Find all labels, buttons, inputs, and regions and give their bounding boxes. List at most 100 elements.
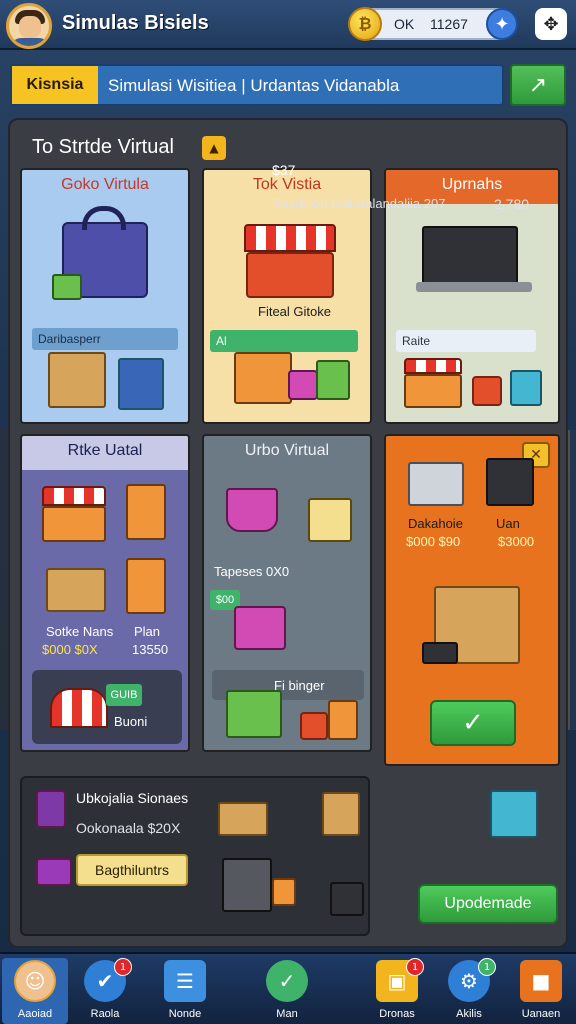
calendar-icon <box>308 498 352 542</box>
package-icon: ■ <box>520 960 562 1002</box>
cart-icon <box>272 878 296 906</box>
nav-label: Nonde <box>168 1008 202 1020</box>
bottom-nav: ☺ Aaoiad ✔ 1 Raola ☰ Nonde ✓ Man ▣ 1 Dro… <box>0 952 576 1024</box>
nav-item-list[interactable]: ☰ Nonde <box>152 958 218 1024</box>
coin-icon: ₿ <box>348 7 382 41</box>
price-2: 13550 <box>132 642 169 657</box>
currency-label: OK <box>394 16 415 32</box>
panel-badge-icon[interactable]: ▲ <box>202 136 226 160</box>
nav-label: Raola <box>90 1008 120 1020</box>
nav-item-profile[interactable]: ☺ Aaoiad <box>2 958 68 1024</box>
panel-title: To Strtde Virtual <box>32 136 174 158</box>
gift-icon <box>300 712 328 740</box>
currency-value: 11267 <box>430 16 468 32</box>
printer-icon <box>408 462 464 506</box>
store-panel: To Strtde Virtual ▲ Goko Virtula Daribas… <box>8 118 568 948</box>
caption-1: Dakahoie <box>408 516 463 531</box>
card-title: Urbo Virtual <box>244 442 330 459</box>
notification-badge: 1 <box>406 958 424 976</box>
player-avatar[interactable] <box>6 3 52 49</box>
caption-2: Uan <box>496 516 520 531</box>
bag-icon <box>316 360 350 400</box>
shop-icon <box>404 374 462 408</box>
chair-icon <box>490 790 538 838</box>
awning-icon <box>404 358 462 374</box>
nav-item-chat[interactable]: ✔ 1 Raola <box>72 958 138 1024</box>
nav-label: Akilis <box>456 1008 482 1020</box>
plant-icon <box>52 274 82 300</box>
box-icon <box>234 352 292 404</box>
card-strip: Raite <box>396 330 536 352</box>
menu-icon: ✥ <box>543 13 559 35</box>
hand-truck-icon <box>422 642 458 664</box>
price-1: $000 $0X <box>42 642 98 657</box>
notification-badge: 1 <box>478 958 496 976</box>
banner-go-button[interactable]: ↗ <box>510 64 566 106</box>
avatar-shirt <box>11 38 49 46</box>
info-button[interactable]: Bagthiluntrs <box>76 854 188 886</box>
price-1: $000 $90 <box>406 534 461 549</box>
gift-icon <box>472 376 502 406</box>
package-icon <box>330 882 364 916</box>
shelf-icon <box>48 352 106 408</box>
store-card-5[interactable]: Urbo Virtual Tapeses 0X0 $00 Fi binger <box>202 434 372 752</box>
confirm-button[interactable]: ✓ <box>430 700 516 746</box>
box-icon <box>36 858 72 886</box>
nav-label: Dronas <box>379 1008 415 1020</box>
lock-box-icon <box>486 458 534 506</box>
arrow-icon: ↗ <box>528 72 548 98</box>
jar-icon <box>328 700 358 740</box>
top-bar: Simulas Bisiels ₿ OK 11267 ✦ ✥ <box>0 0 576 50</box>
card-strip: Al <box>210 330 358 352</box>
nav-item-settings[interactable]: ⚙ 1 Akilis <box>436 958 502 1024</box>
nav-item-main[interactable]: ✓ Man <box>254 958 320 1024</box>
laptop-base-icon <box>416 282 532 292</box>
card-title: Goko Virtula <box>61 176 149 193</box>
info-price-2: 2,780 <box>494 196 530 212</box>
laptop-icon <box>422 226 518 284</box>
card-title: Tok Vistia <box>252 176 322 193</box>
tent-icon <box>218 802 268 836</box>
check-icon: ✓ <box>266 960 308 1002</box>
card-subtitle: Fiteal Gitoke <box>258 304 331 319</box>
store-card-6[interactable]: ✕ Dakahoie Uan $000 $90 $3000 ✓ <box>384 434 560 766</box>
paper-bag-icon <box>322 792 360 836</box>
info-title: Ubkojalia Sionaes <box>76 790 189 806</box>
menu-button[interactable]: ✥ <box>535 8 567 40</box>
caption-2: Plan <box>134 624 161 639</box>
card-tag: GUIB <box>106 684 142 706</box>
plus-icon[interactable]: ✦ <box>486 8 518 40</box>
card-title: Rtke Uatal <box>67 442 143 459</box>
simulation-banner: Kisnsia Simulasi Wisitiea | Urdantas Vid… <box>10 64 504 106</box>
store-card-4[interactable]: Rtke Uatal Sotke Nans Plan $000 $0X 1355… <box>20 434 190 752</box>
crate-icon <box>46 568 106 612</box>
nav-item-packages[interactable]: ■ Uanaen <box>508 958 574 1024</box>
banner-text: Simulasi Wisitiea | Urdantas Vidanabla <box>108 76 400 95</box>
nav-label: Man <box>276 1008 298 1020</box>
flowerpot-icon <box>288 370 318 400</box>
update-button[interactable]: Upodemade <box>418 884 558 924</box>
price-2: $3000 <box>498 534 535 549</box>
awning-icon <box>42 486 106 506</box>
info-description: Boarkoon Bakaralandaliia 207 <box>272 196 446 211</box>
info-subtitle: Ookonaala $20X <box>76 820 181 836</box>
avatar-icon: ☺ <box>14 960 56 1002</box>
basket-icon <box>226 690 282 738</box>
shop-icon <box>42 506 106 542</box>
nav-item-boxes[interactable]: ▣ 1 Dronas <box>364 958 430 1024</box>
handle-icon <box>82 206 126 230</box>
telescope-icon <box>36 790 66 828</box>
banner-tag[interactable]: Kisnsia <box>12 66 98 104</box>
store-card-1[interactable]: Goko Virtula Daribasperr <box>20 168 190 424</box>
handbag-icon <box>50 688 108 728</box>
caption-1: Sotke Nans <box>46 624 114 639</box>
sign-icon <box>126 484 166 540</box>
app-title: Simulas Bisiels <box>62 12 209 34</box>
info-section: Ubkojalia Sionaes Ookonaala $20X Bagthil… <box>20 776 370 936</box>
notification-badge: 1 <box>114 958 132 976</box>
check-icon: ✓ <box>462 708 484 738</box>
package-icon <box>126 558 166 614</box>
card-sub: Buoni <box>114 714 148 729</box>
nav-label: Uanaen <box>521 1008 561 1020</box>
list-icon: ☰ <box>164 960 206 1002</box>
